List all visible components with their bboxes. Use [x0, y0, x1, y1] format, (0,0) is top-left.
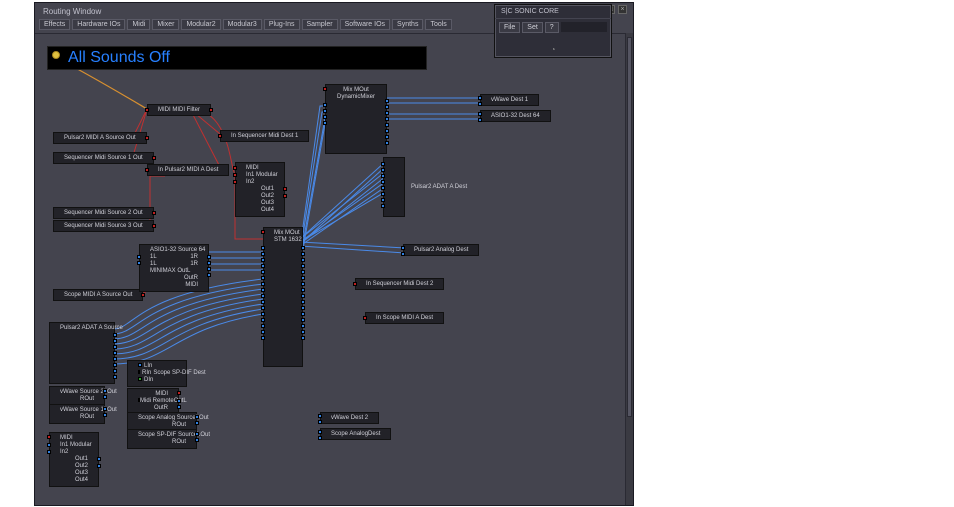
label-pulsar-adat-a-dest: Pulsar2 ADAT A Dest [401, 182, 477, 192]
node-modular[interactable]: MIDI In1 Modular In2 Out1 Out2 Out3 Out4 [235, 162, 285, 217]
panel-resize-icon[interactable]: ◔ [495, 45, 611, 57]
node-modular-bottom[interactable]: MIDI In1 Modular In2 Out1 Out2 Out3 Out4 [49, 432, 99, 487]
node-vwave-dest-2[interactable]: vWave Dest 2 [320, 412, 379, 424]
menu-midi[interactable]: Midi [127, 19, 150, 30]
node-sequencer-midi-dest-1[interactable]: In Sequencer Midi Dest 1 [220, 130, 309, 142]
node-stm-1632[interactable]: Mix MOut STM 1632 [263, 227, 303, 367]
panel-menu-set[interactable]: Set [522, 22, 543, 33]
node-vwave-dest-1[interactable]: vWave Dest 1 [480, 94, 539, 106]
sonic-core-title: S|C SONIC CORE [495, 5, 611, 19]
menu-synths[interactable]: Synths [392, 19, 423, 30]
sonic-core-menubar: File Set ? [495, 19, 611, 45]
menu-modular2[interactable]: Modular2 [181, 19, 220, 30]
node-pulsar-analog-dest[interactable]: Pulsar2 Analog Dest [403, 244, 479, 256]
node-dynamic-mixer[interactable]: Mix MOut DynamicMixer [325, 84, 387, 154]
node-midi-filter[interactable]: MIDI MIDI Filter [147, 104, 211, 116]
node-pulsar-adat-a-source[interactable]: Pulsar2 ADAT A Source [49, 322, 115, 384]
banner-text: All Sounds Off [68, 49, 170, 67]
node-pulsar-midi-a-dest[interactable]: In Pulsar2 MIDI A Dest [147, 164, 229, 176]
node-vwave-source-1[interactable]: vWave Source 1 LOut ROut [49, 404, 105, 424]
node-sequencer-midi-dest-2[interactable]: In Sequencer Midi Dest 2 [355, 278, 444, 290]
node-asio-source-64[interactable]: ASIO1-32 Source 64 1L1R 1L1R MINIMAX Out… [139, 244, 209, 292]
node-scope-midi-a-source[interactable]: Scope MIDI A Source Out [53, 289, 143, 301]
vertical-scrollbar[interactable] [625, 33, 633, 505]
banner[interactable]: All Sounds Off [47, 46, 427, 70]
routing-canvas[interactable]: All Sounds Off Pulsar2 MIDI A Source Out… [35, 34, 633, 492]
banner-dot-icon [52, 51, 60, 59]
close-button[interactable]: × [618, 5, 627, 14]
node-vwave-source-2[interactable]: vWave Source 2 LOut ROut [49, 386, 105, 406]
node-scope-spdif-dest[interactable]: LIn RIn Scope SP-DIF Dest DIn [127, 360, 187, 387]
node-sequencer-midi-source-3[interactable]: Sequencer Midi Source 3 Out [53, 220, 154, 232]
menu-sampler[interactable]: Sampler [302, 19, 338, 30]
node-midi-remote[interactable]: MIDI Midi Remote OutL OutR [127, 388, 179, 415]
menu-effects[interactable]: Effects [39, 19, 70, 30]
menu-modular3[interactable]: Modular3 [223, 19, 262, 30]
node-scope-spdif-source[interactable]: Scope SP-DIF Source LOut ROut [127, 429, 197, 449]
routing-window: – □ × Routing Window Effects Hardware IO… [34, 2, 634, 506]
sonic-core-panel[interactable]: S|C SONIC CORE File Set ? ◔ [494, 4, 612, 58]
menu-mixer[interactable]: Mixer [152, 19, 179, 30]
panel-spacer [561, 22, 607, 32]
node-pulsar-midi-a-source[interactable]: Pulsar2 MIDI A Source Out [53, 132, 147, 144]
node-sequencer-midi-source-2[interactable]: Sequencer Midi Source 2 Out [53, 207, 154, 219]
panel-menu-file[interactable]: File [499, 22, 520, 33]
node-scope-analog-dest[interactable]: Scope AnalogDest [320, 428, 391, 440]
scrollbar-thumb[interactable] [627, 37, 632, 417]
node-asio-dest-64[interactable]: ASIO1-32 Dest 64 [480, 110, 551, 122]
menu-software-ios[interactable]: Software IOs [340, 19, 390, 30]
menu-hardware-ios[interactable]: Hardware IOs [72, 19, 125, 30]
node-scope-midi-a-dest[interactable]: In Scope MIDI A Dest [365, 312, 444, 324]
menu-tools[interactable]: Tools [425, 19, 451, 30]
menu-plugins[interactable]: Plug-Ins [264, 19, 300, 30]
panel-menu-help[interactable]: ? [545, 22, 559, 33]
node-sequencer-midi-source-1[interactable]: Sequencer Midi Source 1 Out [53, 152, 154, 164]
